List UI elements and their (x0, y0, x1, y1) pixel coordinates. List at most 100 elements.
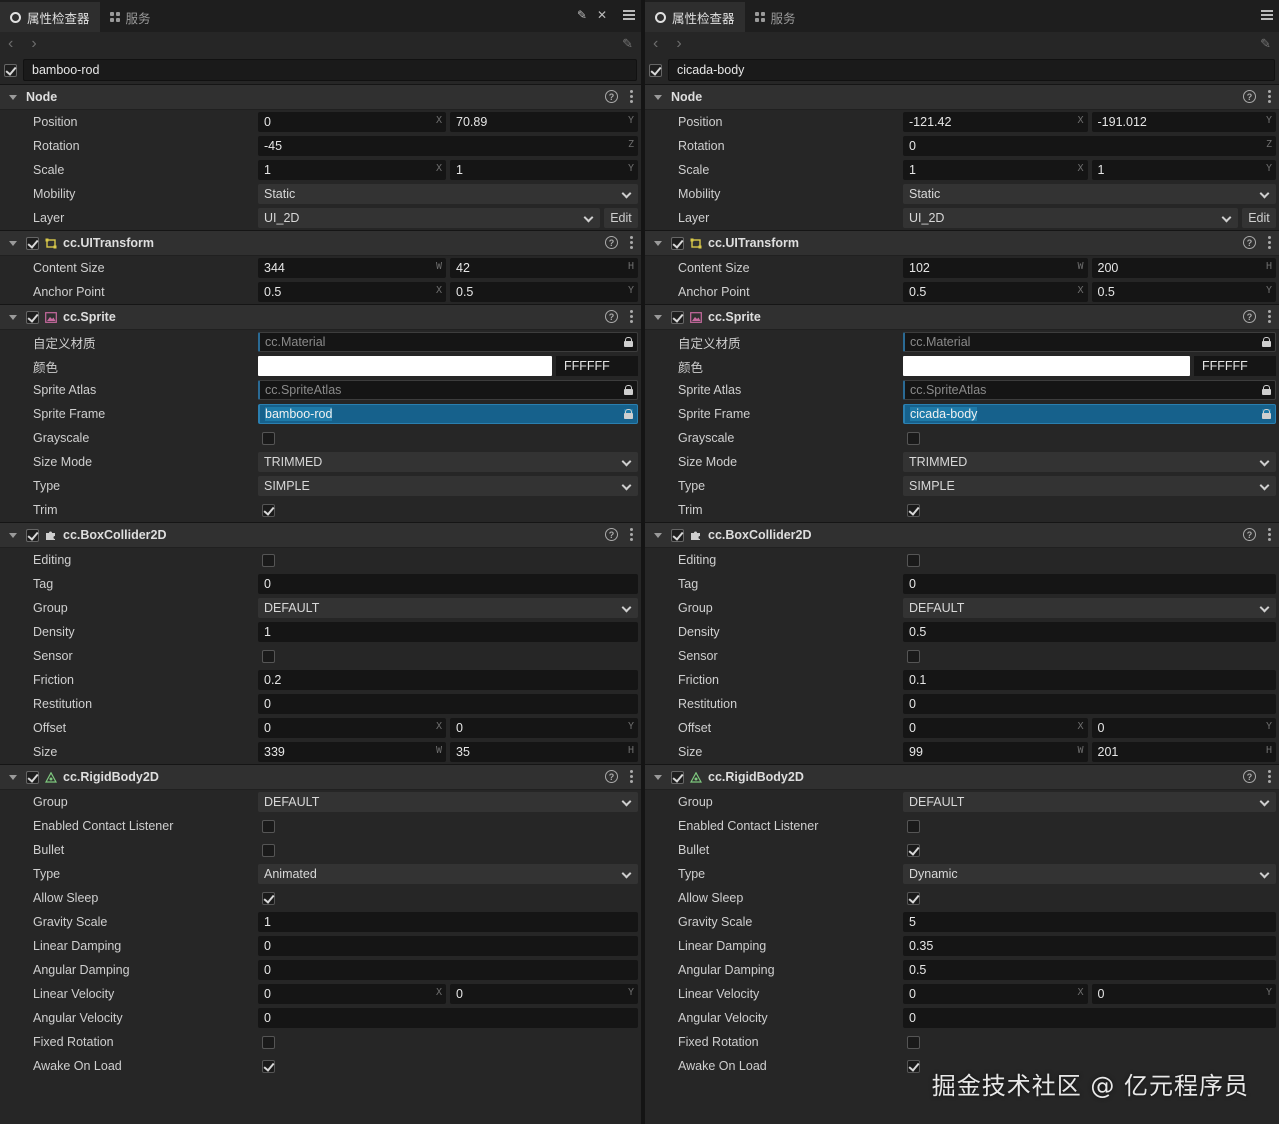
contact-listener-checkbox[interactable] (262, 819, 275, 833)
awake-on-load-checkbox[interactable] (907, 1059, 920, 1073)
panel-menu-icon[interactable] (623, 10, 635, 20)
position-x-input[interactable]: -121.42 X (903, 112, 1088, 132)
node-active-checkbox[interactable] (649, 63, 662, 77)
gravity-scale-input[interactable]: 5 (903, 912, 1276, 932)
help-icon[interactable]: ? (605, 310, 618, 323)
rigid-type-select[interactable]: Dynamic (903, 864, 1276, 884)
section-header-boxcollider2d[interactable]: cc.BoxCollider2D ? (645, 523, 1279, 548)
pin-icon[interactable]: ✎ (1260, 36, 1271, 52)
contact-listener-checkbox[interactable] (907, 819, 920, 833)
layer-select[interactable]: UI_2D (903, 208, 1238, 228)
grayscale-checkbox[interactable] (262, 431, 275, 445)
sprite-frame-field[interactable]: cicada-body (903, 404, 1276, 424)
more-options-icon[interactable] (1268, 528, 1271, 541)
section-header-rigidbody2d[interactable]: cc.RigidBody2D ? (0, 765, 641, 790)
layer-edit-button[interactable]: Edit (604, 208, 638, 228)
linear-velocity-x-input[interactable]: 0X (258, 984, 446, 1004)
more-options-icon[interactable] (630, 528, 633, 541)
layer-edit-button[interactable]: Edit (1242, 208, 1276, 228)
bullet-checkbox[interactable] (262, 843, 275, 857)
sensor-checkbox[interactable] (907, 649, 920, 663)
bullet-checkbox[interactable] (907, 843, 920, 857)
edit-icon[interactable]: ✎ (577, 8, 587, 22)
collapse-caret-icon[interactable] (9, 94, 17, 100)
linear-damping-input[interactable]: 0.35 (903, 936, 1276, 956)
scale-y-input[interactable]: 1Y (1091, 160, 1276, 180)
color-swatch[interactable] (258, 356, 552, 376)
size-h-input[interactable]: 201 H (1091, 742, 1276, 762)
grayscale-checkbox[interactable] (907, 431, 920, 445)
angular-velocity-input[interactable]: 0 (903, 1008, 1276, 1028)
more-options-icon[interactable] (1268, 770, 1271, 783)
help-icon[interactable]: ? (605, 236, 618, 249)
scale-x-input[interactable]: 1X (903, 160, 1088, 180)
awake-on-load-checkbox[interactable] (262, 1059, 275, 1073)
component-enabled-checkbox[interactable] (26, 236, 39, 250)
scale-y-input[interactable]: 1Y (450, 160, 638, 180)
more-options-icon[interactable] (630, 236, 633, 249)
sprite-atlas-field[interactable]: cc.SpriteAtlas (903, 380, 1276, 400)
section-header-sprite[interactable]: cc.Sprite ? (0, 305, 641, 330)
material-asset-field[interactable]: cc.Material (258, 332, 638, 352)
help-icon[interactable]: ? (1243, 770, 1256, 783)
more-options-icon[interactable] (1268, 236, 1271, 249)
mobility-select[interactable]: Static (903, 184, 1276, 204)
position-y-input[interactable]: 70.89 Y (450, 112, 638, 132)
collapse-caret-icon[interactable] (9, 532, 17, 538)
rotation-z-input[interactable]: 0Z (903, 136, 1276, 156)
more-options-icon[interactable] (630, 310, 633, 323)
trim-checkbox[interactable] (907, 503, 920, 517)
collapse-caret-icon[interactable] (9, 774, 17, 780)
gravity-scale-input[interactable]: 1 (258, 912, 638, 932)
density-input[interactable]: 1 (258, 622, 638, 642)
sprite-frame-field[interactable]: bamboo-rod (258, 404, 638, 424)
collider-group-select[interactable]: DEFAULT (903, 598, 1276, 618)
color-hex-input[interactable]: FFFFFF (556, 356, 638, 376)
mobility-select[interactable]: Static (258, 184, 638, 204)
linear-velocity-x-input[interactable]: 0X (903, 984, 1088, 1004)
linear-velocity-y-input[interactable]: 0Y (1091, 984, 1276, 1004)
rotation-z-input[interactable]: -45 Z (258, 136, 638, 156)
sprite-atlas-field[interactable]: cc.SpriteAtlas (258, 380, 638, 400)
section-header-node[interactable]: Node ? (0, 85, 641, 110)
forward-arrow-icon[interactable]: › (31, 35, 36, 53)
collapse-caret-icon[interactable] (654, 532, 662, 538)
collapse-caret-icon[interactable] (654, 240, 662, 246)
content-size-w-input[interactable]: 102 W (903, 258, 1088, 278)
collapse-caret-icon[interactable] (9, 240, 17, 246)
collapse-caret-icon[interactable] (654, 314, 662, 320)
tab-service[interactable]: 服务 (100, 2, 161, 32)
more-options-icon[interactable] (630, 90, 633, 103)
rigid-group-select[interactable]: DEFAULT (903, 792, 1276, 812)
fixed-rotation-checkbox[interactable] (262, 1035, 275, 1049)
color-hex-input[interactable]: FFFFFF (1194, 356, 1276, 376)
size-mode-select[interactable]: TRIMMED (903, 452, 1276, 472)
component-enabled-checkbox[interactable] (26, 528, 39, 542)
offset-y-input[interactable]: 0Y (1091, 718, 1276, 738)
size-mode-select[interactable]: TRIMMED (258, 452, 638, 472)
layer-select[interactable]: UI_2D (258, 208, 600, 228)
editing-checkbox[interactable] (262, 553, 275, 567)
close-icon[interactable]: ✕ (597, 8, 607, 22)
friction-input[interactable]: 0.1 (903, 670, 1276, 690)
restitution-input[interactable]: 0 (258, 694, 638, 714)
offset-x-input[interactable]: 0X (258, 718, 446, 738)
node-active-checkbox[interactable] (4, 63, 17, 77)
offset-y-input[interactable]: 0Y (450, 718, 638, 738)
more-options-icon[interactable] (1268, 310, 1271, 323)
content-size-h-input[interactable]: 200 H (1091, 258, 1276, 278)
help-icon[interactable]: ? (605, 770, 618, 783)
help-icon[interactable]: ? (1243, 528, 1256, 541)
help-icon[interactable]: ? (605, 528, 618, 541)
anchor-x-input[interactable]: 0.5 X (903, 282, 1088, 302)
tab-inspector[interactable]: 属性检查器 (0, 2, 100, 32)
friction-input[interactable]: 0.2 (258, 670, 638, 690)
component-enabled-checkbox[interactable] (671, 528, 684, 542)
angular-velocity-input[interactable]: 0 (258, 1008, 638, 1028)
help-icon[interactable]: ? (1243, 90, 1256, 103)
help-icon[interactable]: ? (1243, 236, 1256, 249)
anchor-x-input[interactable]: 0.5 X (258, 282, 446, 302)
anchor-y-input[interactable]: 0.5 Y (450, 282, 638, 302)
rigid-type-select[interactable]: Animated (258, 864, 638, 884)
sprite-type-select[interactable]: SIMPLE (258, 476, 638, 496)
